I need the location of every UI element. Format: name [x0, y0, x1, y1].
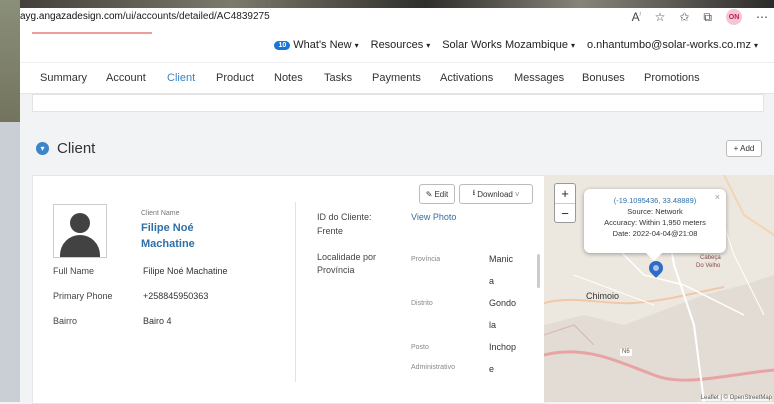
download-button[interactable]: ⭳ Download ˅	[459, 184, 533, 204]
background-photo-top	[0, 0, 774, 8]
posto-label: Posto	[411, 344, 429, 351]
bairro-value: Bairo 4	[143, 316, 172, 326]
id-cliente-label: ID do Cliente:	[317, 212, 372, 222]
location-scrollbar[interactable]	[537, 254, 540, 288]
resources-menu[interactable]: Resources ▾	[371, 39, 431, 51]
background-photo-patch	[0, 122, 20, 402]
section-title: Client	[57, 140, 96, 157]
posto-value-2: e	[489, 364, 495, 374]
favorites-bar-icon[interactable]: ✩	[679, 10, 689, 24]
popup-coordinates: (-19.1095436, 33.48889)	[613, 196, 697, 205]
popup-source: Source: Network	[627, 207, 683, 216]
user-email: o.nhantumbo@solar-works.co.mz	[586, 39, 751, 51]
url-path: /ui/accounts/detailed/AC4839275	[122, 11, 270, 22]
distrito-label: Distrito	[411, 300, 433, 307]
tab-promotions[interactable]: Promotions	[644, 72, 700, 84]
provincia-value-1: Manic	[489, 254, 514, 264]
collapse-chevron-icon[interactable]: ▾	[36, 142, 49, 155]
favorite-icon[interactable]: ☆	[655, 10, 666, 24]
address-bar[interactable]: ayg.angazadesign.com/ui/accounts/detaile…	[20, 11, 270, 22]
app-header: 10 What's New ▾ Resources ▾ Solar Works …	[20, 28, 774, 62]
provincia-value-2: a	[489, 276, 495, 286]
whats-new-badge: 10	[274, 40, 291, 50]
chevron-down-icon: ˅	[514, 189, 520, 199]
tab-client[interactable]: Client	[167, 72, 195, 84]
localidade-label: Localidade por	[317, 252, 377, 262]
distrito-value-2: la	[489, 320, 497, 330]
tab-messages[interactable]: Messages	[514, 72, 564, 84]
edit-button[interactable]: ✎ Edit	[419, 184, 455, 204]
organization-menu[interactable]: Solar Works Mozambique ▾	[442, 39, 575, 51]
collections-icon[interactable]: ⧉	[703, 10, 712, 25]
url-host: ayg.angazadesign.com	[20, 11, 123, 22]
view-photo-link[interactable]: View Photo	[411, 212, 456, 222]
full-name-label: Full Name	[53, 266, 95, 276]
organization-label: Solar Works Mozambique	[442, 39, 568, 51]
column-divider	[295, 202, 296, 382]
zoom-in-button[interactable]: +	[555, 184, 575, 203]
browser-toolbar: ayg.angazadesign.com/ui/accounts/detaile…	[20, 8, 774, 29]
chevron-down-icon: ▾	[753, 40, 758, 50]
avatar-body	[60, 235, 100, 257]
city-label: Chimoio	[586, 291, 620, 301]
edit-label: Edit	[434, 189, 449, 199]
summary-strip	[32, 94, 764, 112]
tab-tasks[interactable]: Tasks	[324, 72, 352, 84]
localidade-label-2: Província	[317, 265, 355, 275]
avatar-head	[70, 213, 90, 233]
download-icon: ⭳	[472, 188, 476, 197]
provincia-label: Província	[411, 256, 441, 263]
close-icon[interactable]: ×	[715, 192, 720, 203]
place-label-2: Do Velho	[696, 263, 721, 269]
tab-account[interactable]: Account	[106, 72, 146, 84]
read-aloud-icon[interactable]: Aʲ	[632, 10, 641, 24]
client-name-line-1[interactable]: Filipe Noé	[141, 220, 194, 236]
whats-new-label: What's New	[293, 39, 352, 51]
browser-icons: Aʲ ☆ ✩ ⧉ ON ⋯	[632, 9, 768, 25]
profile-avatar[interactable]: ON	[726, 9, 742, 25]
user-menu[interactable]: o.nhantumbo@solar-works.co.mz ▾	[587, 39, 758, 51]
resources-label: Resources	[370, 39, 424, 51]
account-tabs: Summary Account Client Product Notes Tas…	[20, 62, 774, 94]
more-icon[interactable]: ⋯	[756, 10, 768, 24]
id-cliente-label-2: Frente	[317, 226, 344, 236]
tab-notes[interactable]: Notes	[274, 72, 303, 84]
location-map[interactable]: + − × (-19.1095436, 33.48889) Source: Ne…	[544, 175, 774, 402]
primary-phone-label: Primary Phone	[53, 291, 113, 301]
full-name-value: Filipe Noé Machatine	[143, 266, 228, 276]
tab-bonuses[interactable]: Bonuses	[582, 72, 625, 84]
tab-summary[interactable]: Summary	[40, 72, 87, 84]
distrito-value-1: Gondo	[489, 298, 517, 308]
primary-phone-value: +258845950363	[143, 291, 209, 301]
zoom-control: + −	[554, 183, 576, 223]
whats-new-menu[interactable]: 10 What's New ▾	[274, 39, 359, 51]
popup-accuracy: Accuracy: Within 1,950 meters	[604, 218, 706, 227]
client-name-line-2[interactable]: Machatine	[141, 236, 195, 252]
zoom-out-button[interactable]: −	[555, 204, 575, 223]
administrativo-label: Administrativo	[411, 364, 455, 371]
popup-date: Date: 2022-04-04@21:08	[612, 229, 698, 238]
app-window: 10 What's New ▾ Resources ▾ Solar Works …	[20, 28, 774, 404]
add-button[interactable]: + Add	[726, 140, 762, 157]
chevron-down-icon: ▾	[570, 40, 575, 50]
tab-payments[interactable]: Payments	[372, 72, 421, 84]
chevron-down-icon: ▾	[354, 40, 359, 50]
bairro-label: Bairro	[53, 316, 78, 326]
location-popup: × (-19.1095436, 33.48889) Source: Networ…	[584, 189, 726, 261]
posto-value-1: Inchop	[489, 342, 517, 352]
pencil-icon: ✎	[425, 189, 433, 199]
download-label: Download	[477, 189, 513, 199]
top-navigation: 10 What's New ▾ Resources ▾ Solar Works …	[274, 39, 758, 51]
place-label-1: Cabeça	[700, 255, 721, 261]
client-name-label: Client Name	[141, 210, 180, 217]
logo	[32, 32, 152, 34]
tab-activations[interactable]: Activations	[440, 72, 493, 84]
client-card: ✎ Edit ⭳ Download ˅ Client Name Filipe Noé …	[32, 175, 546, 404]
tab-product[interactable]: Product	[216, 72, 254, 84]
road-label: N6	[620, 349, 632, 356]
chevron-down-icon: ▾	[426, 40, 431, 50]
avatar	[53, 204, 107, 258]
map-attribution[interactable]: Leaflet | © OpenStreetMap	[700, 395, 772, 401]
client-section-header[interactable]: ▾ Client	[36, 140, 95, 157]
